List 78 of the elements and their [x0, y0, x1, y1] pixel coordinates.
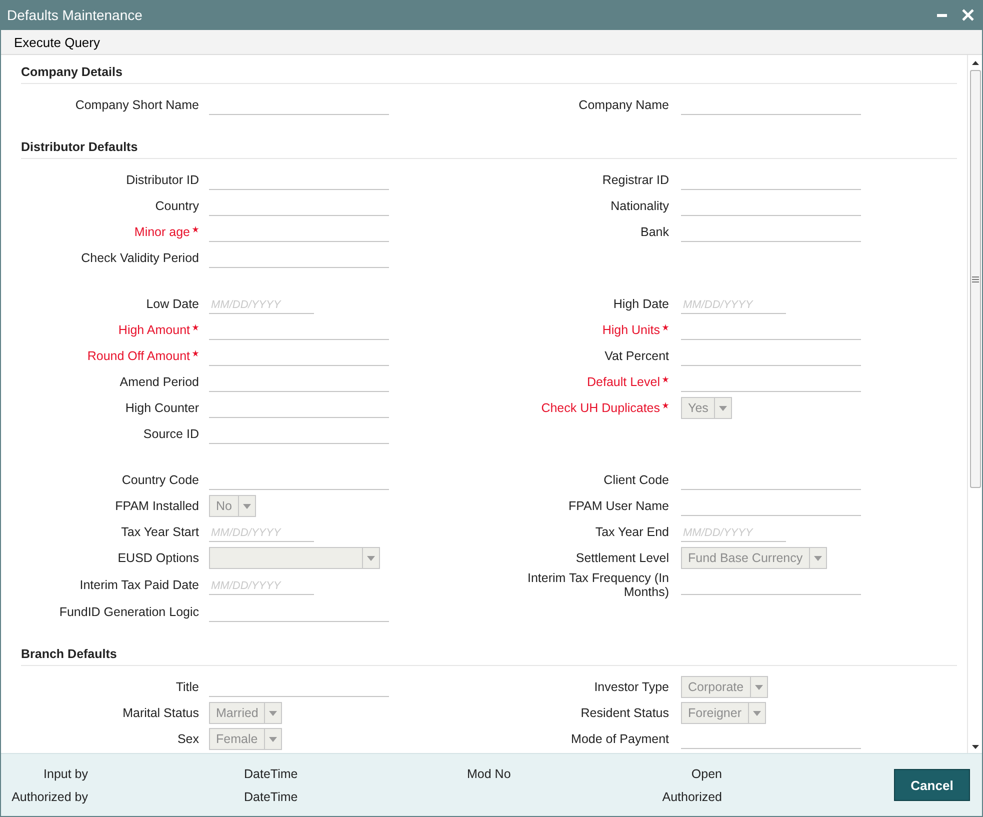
caret-icon: [719, 406, 728, 410]
section-title: Company Details: [21, 65, 122, 79]
required-icon: [192, 226, 199, 233]
audit-label: DateTime: [244, 766, 299, 780]
field-label: Source ID: [143, 427, 199, 441]
field-label: Registrar ID: [602, 173, 669, 187]
field-label: FundID Generation Logic: [59, 605, 199, 619]
field-label: High Units: [602, 323, 660, 337]
dropdown[interactable]: Married: [209, 702, 282, 724]
field-label: Sex: [177, 732, 199, 746]
dropdown[interactable]: Corporate: [681, 676, 768, 698]
field-label: High Counter: [125, 401, 199, 415]
dropdown[interactable]: [209, 547, 380, 569]
field-label: Distributor ID: [126, 173, 199, 187]
field-label: Bank: [640, 225, 669, 239]
audit-label: DateTime: [244, 790, 299, 804]
audit-label: Authorized by: [12, 790, 88, 804]
field-label: Check UH Duplicates: [541, 401, 660, 415]
dropdown[interactable]: No: [209, 495, 256, 517]
field-label: Resident Status: [580, 706, 669, 720]
field-label: EUSD Options: [118, 551, 199, 565]
field-label: High Amount: [118, 323, 190, 337]
field-label: Interim Tax Paid Date: [80, 578, 199, 592]
field-label: Tax Year Start: [121, 525, 199, 539]
dropdown[interactable]: Female: [209, 728, 282, 750]
audit-label: Mod No: [467, 766, 512, 780]
cancel-button[interactable]: Cancel: [894, 769, 970, 801]
audit-label: Authorized: [662, 790, 722, 804]
section-title: Branch Defaults: [21, 647, 117, 661]
required-icon: [662, 402, 669, 409]
required-icon: [192, 324, 199, 331]
dropdown[interactable]: Fund Base Currency: [681, 547, 827, 569]
scroll-up-icon[interactable]: [972, 61, 978, 65]
section-title: Distributor Defaults: [21, 140, 138, 154]
menu-item[interactable]: Execute Query: [7, 34, 107, 50]
field-label: Check Validity Period: [81, 251, 199, 265]
field-label: Round Off Amount: [87, 349, 190, 363]
field-label: Interim Tax Frequency (In Months): [526, 571, 669, 599]
caret-icon: [814, 556, 822, 560]
caret-icon: [754, 684, 763, 690]
audit-label: Open: [691, 766, 722, 780]
field-label: Default Level: [587, 375, 660, 389]
field-label: Title: [176, 680, 199, 694]
field-label: FPAM User Name: [568, 499, 669, 513]
field-label: Client Code: [604, 473, 669, 487]
dropdown[interactable]: Yes: [681, 397, 732, 419]
field-label: Minor age: [134, 225, 190, 239]
field-label: Low Date: [146, 297, 199, 311]
field-label: FPAM Installed: [115, 499, 199, 513]
caret-icon: [367, 556, 375, 560]
field-label: Vat Percent: [604, 349, 669, 363]
field-label: Country: [155, 199, 199, 213]
window-title: Defaults Maintenance: [7, 7, 142, 23]
field-label: High Date: [613, 297, 669, 311]
caret-icon: [268, 736, 277, 742]
grip-icon: [972, 276, 978, 282]
audit-label: Input by: [44, 766, 88, 780]
dropdown[interactable]: Foreigner: [681, 702, 766, 724]
field-label: Country Code: [122, 473, 199, 487]
caret-icon: [242, 504, 251, 508]
field-label: Amend Period: [120, 375, 199, 389]
field-label: Mode of Payment: [571, 732, 669, 746]
required-icon: [662, 324, 669, 331]
field-label: Company Short Name: [75, 98, 199, 112]
field-label: Nationality: [610, 199, 669, 213]
field-label: Marital Status: [122, 706, 199, 720]
close-icon[interactable]: [962, 9, 974, 21]
caret-icon: [269, 710, 278, 716]
required-icon: [662, 376, 669, 383]
field-label: Tax Year End: [595, 525, 669, 539]
scroll-thumb[interactable]: [970, 70, 980, 488]
required-icon: [192, 350, 199, 357]
field-label: Investor Type: [594, 680, 669, 694]
scroll-down-icon[interactable]: [972, 745, 978, 749]
field-label: Company Name: [578, 98, 669, 112]
scrollbar[interactable]: [967, 55, 982, 753]
caret-icon: [752, 710, 760, 716]
field-label: Settlement Level: [576, 551, 669, 565]
